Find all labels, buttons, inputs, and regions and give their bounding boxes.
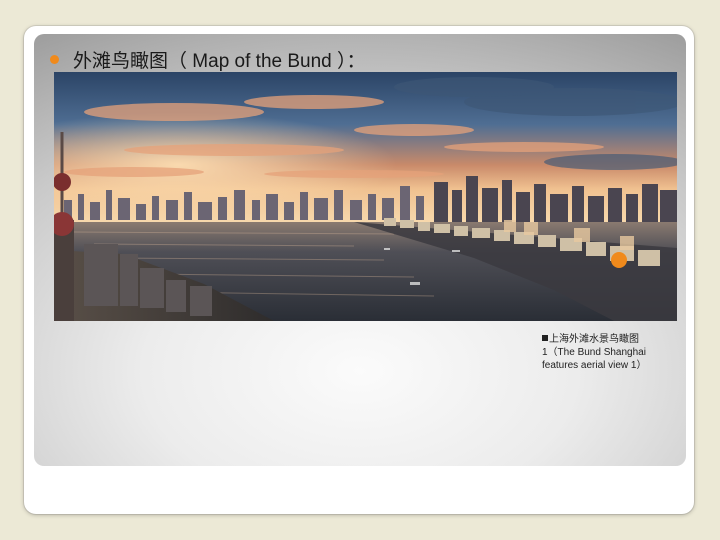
bullet-title-row: 外滩鸟瞰图 （ Map of the Bund ）： (50, 44, 366, 74)
caption-line-2: 1（The Bund Shanghai (542, 347, 646, 358)
square-bullet-icon (542, 335, 548, 341)
bund-aerial-photo (54, 72, 677, 321)
orange-bullet-icon (50, 54, 59, 64)
title-chinese: 外滩鸟瞰图 (73, 49, 169, 72)
title-english: （ Map of the Bund ）： (168, 50, 366, 72)
caption-line-3: features aerial view 1） (542, 360, 647, 371)
caption-line-1: 上海外滩水景鸟瞰图 (549, 334, 639, 345)
photo-caption: 上海外滩水景鸟瞰图 1（The Bund Shanghai features a… (542, 333, 682, 372)
